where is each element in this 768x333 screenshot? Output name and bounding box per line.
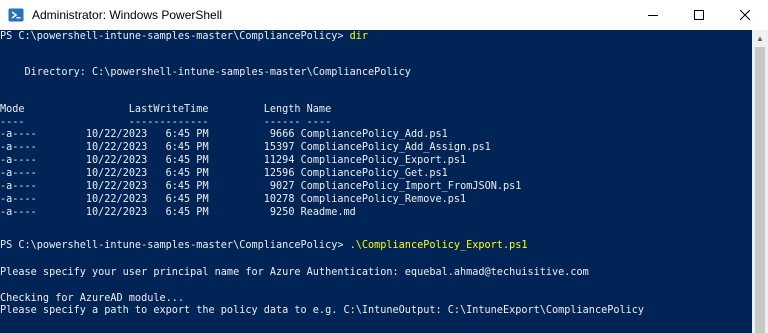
- directory-line: Directory: C:\powershell-intune-samples-…: [0, 67, 411, 78]
- console-output[interactable]: PS C:\powershell-intune-samples-master\C…: [0, 30, 752, 333]
- command-text: .\CompliancePolicy_Export.ps1: [349, 240, 528, 251]
- file-date: 10/22/2023: [85, 207, 148, 218]
- powershell-window: Administrator: Windows PowerShell PS C:\…: [0, 0, 768, 333]
- file-time: 6:45 PM: [165, 168, 209, 179]
- scrollbar-thumb[interactable]: [755, 47, 765, 333]
- file-name: CompliancePolicy_Get.ps1: [300, 168, 448, 179]
- file-time: 6:45 PM: [165, 129, 209, 140]
- file-row: -a---- 10/22/2023 6:45 PM 10278 Complian…: [0, 193, 466, 206]
- file-time: 6:45 PM: [165, 142, 209, 153]
- file-mode: -a----: [0, 194, 37, 205]
- minimize-icon: [648, 15, 658, 16]
- prompt-line: PS C:\powershell-intune-samples-master\C…: [0, 239, 527, 252]
- export-path-line: Please specify a path to export the poli…: [0, 305, 645, 316]
- file-date: 10/22/2023: [85, 142, 148, 153]
- powershell-icon: [8, 7, 24, 23]
- vertical-scrollbar[interactable]: ▲: [752, 30, 768, 333]
- file-date: 10/22/2023: [85, 181, 148, 192]
- file-time: 6:45 PM: [165, 207, 209, 218]
- file-row: -a---- 10/22/2023 6:45 PM 9666 Complianc…: [0, 128, 448, 141]
- file-row: -a---- 10/22/2023 6:45 PM 12596 Complian…: [0, 167, 448, 180]
- file-name: CompliancePolicy_Add.ps1: [300, 129, 448, 140]
- file-length: 9250: [269, 207, 295, 218]
- table-header: Mode LastWriteTime Length Name: [0, 104, 332, 115]
- upn-prompt-line: Please specify your user principal name …: [0, 267, 589, 278]
- title-bar[interactable]: Administrator: Windows PowerShell: [0, 0, 768, 30]
- window-title: Administrator: Windows PowerShell: [32, 8, 223, 22]
- prompt-line: PS C:\powershell-intune-samples-master\C…: [0, 30, 368, 43]
- file-name: CompliancePolicy_Export.ps1: [300, 155, 467, 166]
- close-icon: [740, 10, 750, 20]
- file-date: 10/22/2023: [85, 168, 148, 179]
- file-time: 6:45 PM: [165, 194, 209, 205]
- file-mode: -a----: [0, 181, 37, 192]
- file-name: CompliancePolicy_Remove.ps1: [300, 194, 467, 205]
- file-date: 10/22/2023: [85, 129, 148, 140]
- file-length: 9027: [269, 181, 295, 192]
- minimize-button[interactable]: [630, 0, 676, 30]
- file-row: -a---- 10/22/2023 6:45 PM 9027 Complianc…: [0, 180, 521, 193]
- file-length: 10278: [263, 194, 295, 205]
- file-name: Readme.md: [300, 207, 356, 218]
- file-date: 10/22/2023: [85, 194, 148, 205]
- file-mode: -a----: [0, 207, 37, 218]
- prompt-text: PS C:\powershell-intune-samples-master\C…: [0, 31, 350, 42]
- maximize-button[interactable]: [676, 0, 722, 30]
- file-name: CompliancePolicy_Add_Assign.ps1: [300, 142, 491, 153]
- file-name: CompliancePolicy_Import_FromJSON.ps1: [300, 181, 522, 192]
- prompt-text: PS C:\powershell-intune-samples-master\C…: [0, 240, 350, 251]
- file-length: 15397: [263, 142, 295, 153]
- file-mode: -a----: [0, 155, 37, 166]
- file-date: 10/22/2023: [85, 155, 148, 166]
- file-row: -a---- 10/22/2023 6:45 PM 9250 Readme.md: [0, 206, 356, 219]
- file-mode: -a----: [0, 129, 37, 140]
- file-length: 9666: [269, 129, 295, 140]
- file-row: -a---- 10/22/2023 6:45 PM 15397 Complian…: [0, 141, 491, 154]
- file-row: -a---- 10/22/2023 6:45 PM 11294 Complian…: [0, 154, 466, 167]
- close-button[interactable]: [722, 0, 768, 30]
- command-text: dir: [349, 31, 369, 42]
- file-length: 12596: [263, 168, 295, 179]
- file-mode: -a----: [0, 142, 37, 153]
- file-time: 6:45 PM: [165, 181, 209, 192]
- file-time: 6:45 PM: [165, 155, 209, 166]
- file-length: 11294: [263, 155, 295, 166]
- scroll-up-arrow-icon[interactable]: ▲: [752, 30, 768, 46]
- maximize-icon: [694, 10, 704, 20]
- file-mode: -a----: [0, 168, 37, 179]
